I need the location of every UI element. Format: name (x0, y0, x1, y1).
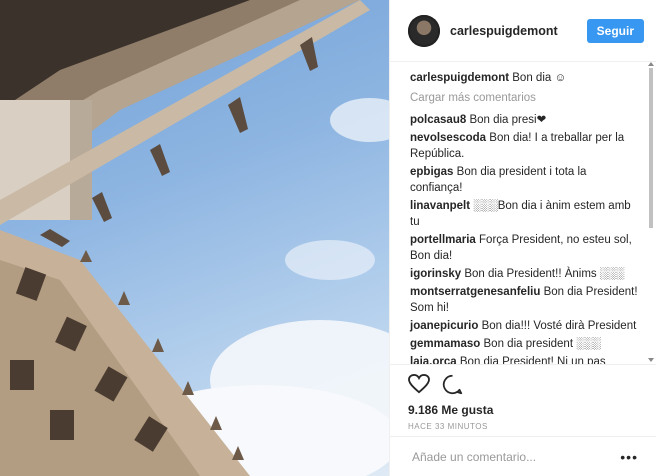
comment-item: portellmaria Força President, no esteu s… (410, 232, 638, 264)
comment-username[interactable]: igorinsky (410, 268, 461, 280)
comment-username[interactable]: joanepicurio (410, 320, 478, 332)
scroll-up-arrow-icon[interactable] (648, 62, 654, 66)
author-username[interactable]: carlespuigdemont (450, 24, 587, 38)
post-photo[interactable] (0, 0, 389, 476)
photo-illustration (0, 0, 389, 476)
comment-username[interactable]: nevolsescoda (410, 132, 486, 144)
comment-text: Bon dia President!! Ànims ░░░ (464, 268, 625, 280)
comment-item: polcasau8 Bon dia presi❤ (410, 112, 638, 128)
instagram-post-modal: carlespuigdemont Seguir carlespuigdemont… (0, 0, 656, 476)
comment-username[interactable]: epbigas (410, 166, 453, 178)
avatar[interactable] (408, 14, 440, 47)
comment-username[interactable]: gemmamaso (410, 338, 480, 350)
comment-icon[interactable] (442, 374, 463, 395)
scrollbar-thumb[interactable] (649, 68, 653, 228)
add-comment-bar: ••• (390, 436, 656, 476)
caption: carlespuigdemont Bon dia ☺ (410, 70, 638, 86)
comment-text: Bon dia presi❤ (469, 114, 547, 126)
comment-item: montserratgenesanfeliu Bon dia President… (410, 284, 638, 316)
post-timestamp: HACE 33 MINUTOS (408, 422, 488, 431)
comment-item: igorinsky Bon dia President!! Ànims ░░░ (410, 266, 638, 282)
comment-username[interactable]: linavanpelt (410, 200, 470, 212)
caption-text: Bon dia ☺ (512, 72, 567, 84)
comment-username[interactable]: montserratgenesanfeliu (410, 286, 540, 298)
likes-count[interactable]: 9.186 Me gusta (408, 403, 638, 417)
comments-list: carlespuigdemont Bon dia ☺ Cargar más co… (390, 62, 656, 364)
heart-icon[interactable] (408, 374, 430, 394)
comment-text: Bon dia president ░░░ (483, 338, 601, 350)
add-comment-input[interactable] (410, 448, 621, 465)
post-header: carlespuigdemont Seguir (390, 0, 656, 62)
comment-item: nevolsescoda Bon dia! I a treballar per … (410, 130, 638, 162)
post-sidebar: carlespuigdemont Seguir carlespuigdemont… (389, 0, 656, 476)
comments-scrollbar[interactable] (648, 62, 654, 362)
comment-text: Bon dia President! Ni un pas (459, 356, 606, 364)
comment-item: joanepicurio Bon dia!!! Vosté dirà Presi… (410, 318, 638, 334)
comment-item: epbigas Bon dia president i tota la conf… (410, 164, 638, 196)
comment-username[interactable]: laia.orca (410, 356, 457, 364)
comment-username[interactable]: polcasau8 (410, 114, 466, 126)
comment-item: gemmamaso Bon dia president ░░░ (410, 336, 638, 352)
comment-item: laia.orca Bon dia President! Ni un pas (410, 354, 638, 364)
scroll-down-arrow-icon[interactable] (648, 358, 654, 362)
load-more-comments-link[interactable]: Cargar más comentarios (410, 90, 638, 106)
caption-username[interactable]: carlespuigdemont (410, 72, 509, 84)
more-options-icon[interactable]: ••• (620, 449, 638, 465)
comment-username[interactable]: portellmaria (410, 234, 476, 246)
follow-button[interactable]: Seguir (586, 18, 644, 43)
comment-item: linavanpelt ░░░Bon dia i ànim estem amb … (410, 198, 638, 230)
comment-text: Bon dia!!! Vosté dirà President (481, 320, 637, 332)
